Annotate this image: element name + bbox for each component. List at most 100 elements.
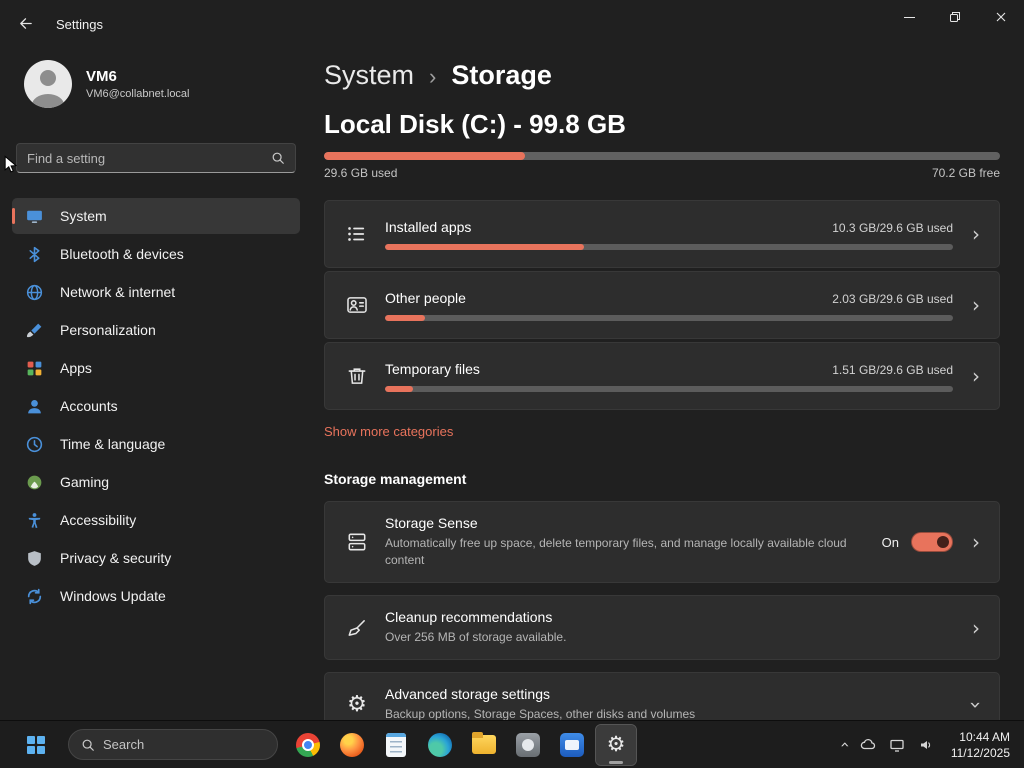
category-usage: 2.03 GB/29.6 GB used (832, 292, 953, 306)
chevron-right-icon: › (953, 618, 999, 638)
taskbar-search[interactable] (68, 729, 278, 760)
broom-icon (345, 616, 369, 640)
chevron-right-icon: › (953, 366, 999, 386)
installed-apps-icon (345, 222, 369, 246)
gear-icon: ⚙ (345, 693, 369, 717)
titlebar: Settings (0, 0, 1024, 48)
sidebar-item-accounts[interactable]: Accounts (12, 388, 300, 424)
category-card-installed-apps[interactable]: Installed apps10.3 GB/29.6 GB used› (324, 200, 1000, 268)
taskbar-icon-settings[interactable]: ⚙ (596, 725, 636, 765)
search-icon (81, 738, 95, 752)
cleanup-description: Over 256 MB of storage available. (385, 629, 855, 646)
start-button[interactable] (16, 725, 56, 765)
account-header[interactable]: VM6 VM6@collabnet.local (24, 60, 312, 108)
taskbar-clock[interactable]: 10:44 AM 11/12/2025 (951, 729, 1010, 761)
edge-icon (428, 733, 452, 757)
chevron-right-icon: › (953, 224, 999, 244)
taskbar-icon-gray-app[interactable] (508, 725, 548, 765)
taskbar-icon-file-explorer[interactable] (464, 725, 504, 765)
chevron-right-icon: › (953, 295, 999, 315)
accessibility-icon (25, 511, 44, 530)
clock-time: 10:44 AM (951, 729, 1010, 745)
category-title: Temporary files (385, 361, 480, 377)
clock-date: 11/12/2025 (951, 745, 1010, 761)
storage-management-heading: Storage management (324, 471, 1000, 487)
sidebar-item-time-language[interactable]: Time & language (12, 426, 300, 462)
notepad-icon (386, 733, 406, 757)
sidebar-item-label: Accounts (60, 398, 118, 414)
bluetooth-icon (25, 245, 44, 264)
time-icon (25, 435, 44, 454)
taskbar-icon-notepad[interactable] (376, 725, 416, 765)
sidebar-item-network-internet[interactable]: Network & internet (12, 274, 300, 310)
settings-search-input[interactable] (17, 151, 271, 166)
sidebar-item-bluetooth-devices[interactable]: Bluetooth & devices (12, 236, 300, 272)
advanced-description: Backup options, Storage Spaces, other di… (385, 706, 855, 720)
system-tray: › 10:44 AM 11/12/2025 (841, 729, 1014, 761)
sidebar-item-gaming[interactable]: Gaming (12, 464, 300, 500)
orange-app-icon (340, 733, 364, 757)
sidebar-item-apps[interactable]: Apps (12, 350, 300, 386)
sidebar-item-label: System (60, 208, 107, 224)
close-icon (995, 11, 1007, 23)
volume-icon[interactable] (918, 736, 935, 753)
network-icon (25, 283, 44, 302)
category-usage-bar (385, 315, 953, 321)
network-icon[interactable] (889, 736, 906, 753)
main-content: System › Storage Local Disk (C:) - 99.8 … (324, 48, 1000, 720)
chrome-icon (296, 733, 320, 757)
sidebar-item-label: Privacy & security (60, 550, 171, 566)
accounts-icon (25, 397, 44, 416)
sidebar-item-privacy-security[interactable]: Privacy & security (12, 540, 300, 576)
taskbar-apps: ⚙ (288, 725, 636, 765)
file-explorer-icon (472, 735, 496, 754)
avatar (24, 60, 72, 108)
sidebar-item-label: Windows Update (60, 588, 166, 604)
category-usage-fill (385, 386, 413, 392)
show-more-categories-link[interactable]: Show more categories (324, 424, 453, 439)
chevron-down-icon: › (966, 701, 986, 709)
restore-button[interactable] (932, 0, 978, 34)
system-icon (25, 207, 44, 226)
close-button[interactable] (978, 0, 1024, 34)
personalization-icon (25, 321, 44, 340)
category-usage: 10.3 GB/29.6 GB used (832, 221, 953, 235)
sidebar-nav: System Bluetooth & devicesNetwork & inter… (0, 198, 312, 614)
taskbar-search-input[interactable] (103, 737, 279, 752)
page-title: Local Disk (C:) - 99.8 GB (324, 109, 1000, 140)
cleanup-recommendations-card[interactable]: Cleanup recommendations Over 256 MB of s… (324, 595, 1000, 660)
windows-update-icon (25, 587, 44, 606)
taskbar-icon-orange-app[interactable] (332, 725, 372, 765)
gear-icon: ⚙ (607, 734, 626, 755)
sidebar-item-accessibility[interactable]: Accessibility (12, 502, 300, 538)
minimize-button[interactable] (886, 0, 932, 34)
sidebar-item-system[interactable]: System (12, 198, 300, 234)
back-button[interactable] (8, 8, 42, 38)
category-card-other-people[interactable]: Other people2.03 GB/29.6 GB used› (324, 271, 1000, 339)
breadcrumb: System › Storage (324, 60, 1000, 91)
breadcrumb-system[interactable]: System (324, 60, 414, 91)
sidebar-item-windows-update[interactable]: Windows Update (12, 578, 300, 614)
other-people-icon (345, 293, 369, 317)
breadcrumb-separator: › (429, 64, 436, 90)
taskbar-icon-blue-app[interactable] (552, 725, 592, 765)
taskbar-icon-edge[interactable] (420, 725, 460, 765)
account-name: VM6 (86, 68, 190, 85)
category-usage-bar (385, 386, 953, 392)
account-email: VM6@collabnet.local (86, 88, 190, 100)
sidebar-item-personalization[interactable]: Personalization (12, 312, 300, 348)
storage-sense-toggle[interactable] (911, 532, 953, 552)
temporary-files-icon (345, 364, 369, 388)
back-arrow-icon (18, 16, 33, 31)
category-card-temporary-files[interactable]: Temporary files1.51 GB/29.6 GB used› (324, 342, 1000, 410)
blue-app-icon (560, 733, 584, 757)
category-usage-fill (385, 244, 584, 250)
storage-sense-card[interactable]: Storage Sense Automatically free up spac… (324, 501, 1000, 583)
onedrive-cloud-icon[interactable] (860, 736, 877, 753)
tray-chevron-up-icon[interactable]: › (835, 741, 854, 747)
sidebar-item-label: Personalization (60, 322, 156, 338)
search-icon (271, 151, 285, 165)
taskbar-icon-chrome[interactable] (288, 725, 328, 765)
advanced-storage-settings-card[interactable]: ⚙ Advanced storage settings Backup optio… (324, 672, 1000, 720)
cleanup-title: Cleanup recommendations (385, 609, 953, 625)
